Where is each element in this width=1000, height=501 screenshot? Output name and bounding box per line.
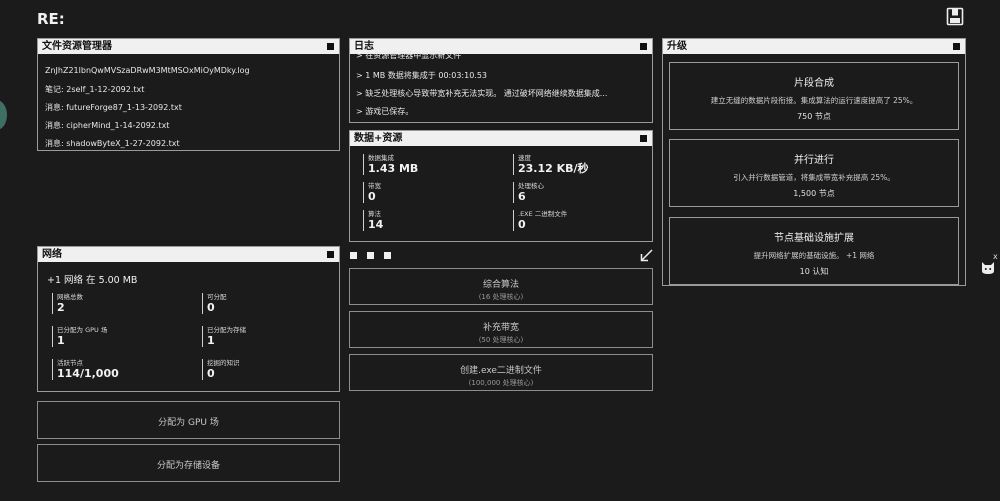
upgrade-cost: 1,500 节点 xyxy=(793,189,835,198)
network-title: 网络 xyxy=(38,247,339,262)
stat-cores: 处理核心 6 xyxy=(513,182,544,203)
file-item[interactable]: ZnJhZ21lbnQwMVSzaDRwM3MtMSOxMiOyMDky.log xyxy=(45,66,250,75)
minimize-icon[interactable] xyxy=(327,251,334,258)
upgrades-panel: 升级 片段合成 建立无缝的数据片段衔接。集成算法的运行速度提高了 25%。 75… xyxy=(662,38,966,286)
button-cost: (50 处理核心) xyxy=(478,336,524,344)
page-dot[interactable] xyxy=(384,252,391,259)
log-line: > 游戏已保存。 xyxy=(356,107,414,116)
allocate-gpu-button[interactable]: 分配为 GPU 场 xyxy=(37,401,340,439)
stat-data-integration: 数据集成 1.43 MB xyxy=(363,154,418,175)
upgrades-title: 升级 xyxy=(663,39,965,54)
upgrade-name: 节点基础设施扩展 xyxy=(774,233,854,244)
button-cost: (100,000 处理核心) xyxy=(468,379,534,387)
log-line: > 在资源管理器中显示新文件 xyxy=(356,51,462,60)
close-icon[interactable]: x xyxy=(993,252,998,261)
stat-value: 2 xyxy=(57,301,65,314)
upgrade-name: 并行进行 xyxy=(794,155,834,166)
stat-value: 1 xyxy=(57,334,65,347)
file-explorer-title-text: 文件资源管理器 xyxy=(42,41,112,52)
minimize-icon[interactable] xyxy=(953,43,960,50)
stat-value: 0 xyxy=(207,301,215,314)
network-panel: 网络 +1 网络 在 5.00 MB 网络总数 2 可分配 0 已分配为 GPU… xyxy=(37,246,340,392)
allocate-storage-button[interactable]: 分配为存储设备 xyxy=(37,444,340,482)
stat-value: 6 xyxy=(518,190,526,203)
button-cost: (16 处理核心) xyxy=(478,293,524,301)
network-headline: +1 网络 在 5.00 MB xyxy=(47,275,138,286)
file-item[interactable]: 消息: shadowByteX_1-27-2092.txt xyxy=(45,138,180,149)
stat-network-total: 网络总数 2 xyxy=(52,293,83,314)
page-dot[interactable] xyxy=(367,252,374,259)
button-label: 补充带宽 xyxy=(482,323,519,333)
button-label: 创建.exe二进制文件 xyxy=(460,366,542,376)
upgrade-cost: 750 节点 xyxy=(797,112,831,121)
minimize-icon[interactable] xyxy=(640,43,647,50)
upgrade-name: 片段合成 xyxy=(794,78,834,89)
resources-title-text: 数据+资源 xyxy=(354,133,403,144)
upgrade-cost: 10 认知 xyxy=(799,267,829,276)
stat-bandwidth: 带宽 0 xyxy=(363,182,381,203)
page-dot[interactable] xyxy=(350,252,357,259)
replenish-bandwidth-button[interactable]: 补充带宽 (50 处理核心) xyxy=(349,311,653,348)
stat-value: 0 xyxy=(207,367,215,380)
stat-speed: 速度 23.12 KB/秒 xyxy=(513,154,589,175)
file-item[interactable]: 消息: futureForge87_1-13-2092.txt xyxy=(45,102,182,113)
stat-exe-binaries: .EXE 二进制文件 0 xyxy=(513,210,567,231)
button-label: 分配为 GPU 场 xyxy=(158,418,219,428)
log-panel: 日志 > 在资源管理器中显示新文件 > 1 MB 数据将集成于 00:03:10… xyxy=(349,38,653,123)
synthesize-algorithm-button[interactable]: 综合算法 (16 处理核心) xyxy=(349,268,653,305)
upgrade-fragment-synthesis[interactable]: 片段合成 建立无缝的数据片段衔接。集成算法的运行速度提高了 25%。 750 节… xyxy=(669,62,959,130)
cat-icon[interactable] xyxy=(981,260,995,274)
log-line: > 缺乏处理核心导致带宽补充无法实现。 通过破坏网络继续数据集成... xyxy=(356,89,608,98)
file-explorer-panel: 文件资源管理器 ZnJhZ21lbnQwMVSzaDRwM3MtMSOxMiOy… xyxy=(37,38,340,151)
side-tab-handle[interactable] xyxy=(0,100,7,130)
network-title-text: 网络 xyxy=(42,249,62,260)
file-item[interactable]: 笔记: 2self_1-12-2092.txt xyxy=(45,84,144,95)
stat-mined-knowledge: 挖掘的知识 0 xyxy=(202,359,240,380)
stat-active-nodes: 活跃节点 114/1,000 xyxy=(52,359,119,380)
save-disk-icon[interactable] xyxy=(946,7,964,26)
minimize-icon[interactable] xyxy=(640,135,647,142)
stat-algorithms: 算法 14 xyxy=(363,210,383,231)
upgrade-desc: 提升网络扩展的基础设施。 +1 网络 xyxy=(753,251,875,260)
stat-value: 114/1,000 xyxy=(57,367,119,380)
minimize-icon[interactable] xyxy=(327,43,334,50)
stat-value: 0 xyxy=(518,218,526,231)
stat-value: 1.43 MB xyxy=(368,162,419,175)
app-logo: RE: xyxy=(37,10,65,28)
stat-storage-allocated: 已分配为存储 1 xyxy=(202,326,246,347)
upgrades-title-text: 升级 xyxy=(667,41,687,52)
file-explorer-title: 文件资源管理器 xyxy=(38,39,339,54)
collapse-arrow-icon[interactable] xyxy=(640,247,653,266)
button-label: 综合算法 xyxy=(482,280,519,290)
resources-title: 数据+资源 xyxy=(350,131,652,146)
upgrade-desc: 引入并行数据管道，将集成带宽补充提高 25%。 xyxy=(733,173,895,182)
log-line: > 1 MB 数据将集成于 00:03:10.53 xyxy=(356,71,488,80)
create-exe-button[interactable]: 创建.exe二进制文件 (100,000 处理核心) xyxy=(349,354,653,391)
resources-panel: 数据+资源 数据集成 1.43 MB 速度 23.12 KB/秒 带宽 0 处理… xyxy=(349,130,653,242)
upgrade-desc: 建立无缝的数据片段衔接。集成算法的运行速度提高了 25%。 xyxy=(710,96,918,105)
stat-allocatable: 可分配 0 xyxy=(202,293,227,314)
upgrade-parallel[interactable]: 并行进行 引入并行数据管道，将集成带宽补充提高 25%。 1,500 节点 xyxy=(669,139,959,207)
stat-value: 14 xyxy=(368,218,384,231)
file-item[interactable]: 消息: cipherMind_1-14-2092.txt xyxy=(45,120,169,131)
upgrade-node-infrastructure[interactable]: 节点基础设施扩展 提升网络扩展的基础设施。 +1 网络 10 认知 xyxy=(669,217,959,285)
button-label: 分配为存储设备 xyxy=(156,461,220,471)
stat-value: 1 xyxy=(207,334,215,347)
stat-gpu-allocated: 已分配为 GPU 场 1 xyxy=(52,326,107,347)
stat-value: 23.12 KB/秒 xyxy=(518,162,589,175)
stat-value: 0 xyxy=(368,190,376,203)
